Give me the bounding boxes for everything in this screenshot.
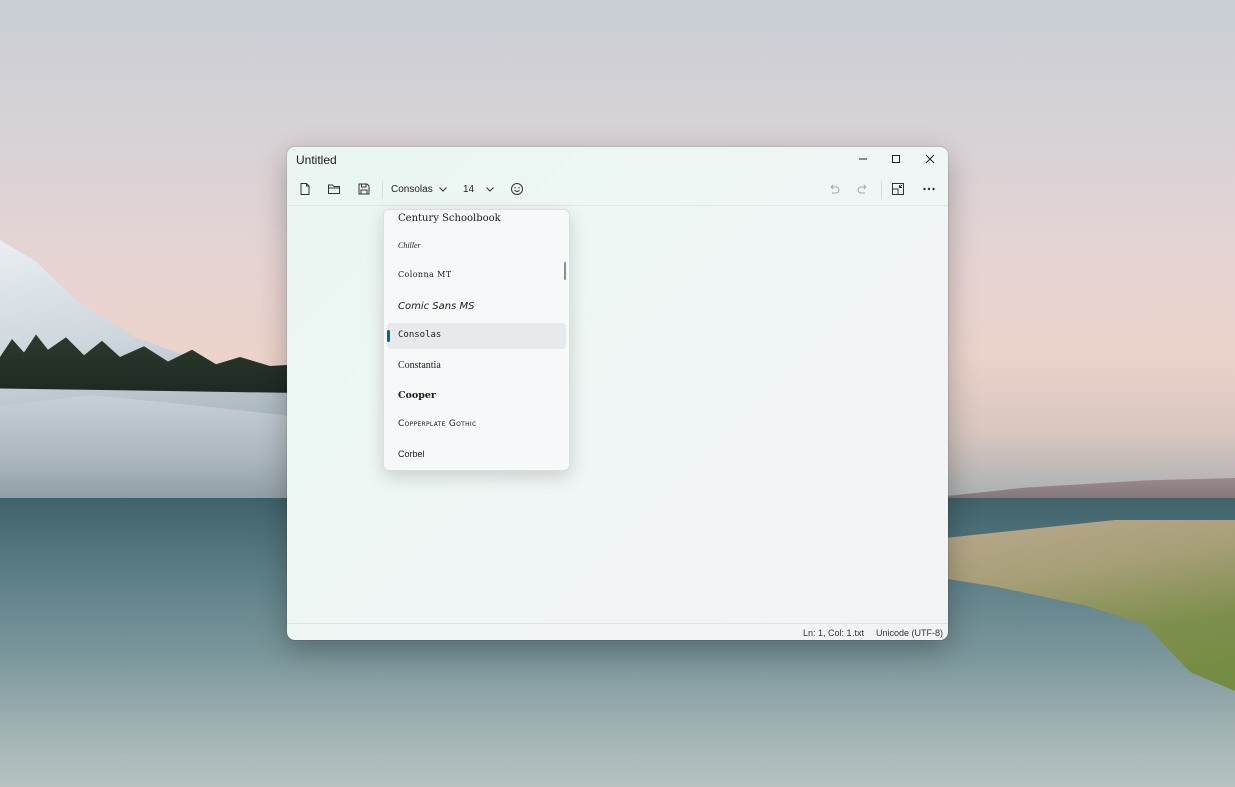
selection-indicator — [387, 330, 390, 342]
font-family-value: Consolas — [391, 184, 433, 195]
minimize-icon — [859, 158, 867, 160]
encoding: Unicode (UTF-8) — [876, 628, 944, 638]
more-button[interactable] — [915, 175, 943, 203]
font-option-century-schoolbook[interactable]: Century Schoolbook — [387, 210, 566, 236]
save-button[interactable] — [350, 175, 378, 203]
font-family-dropdown: Century Schoolbook Chiller Colonna MT Co… — [383, 209, 570, 471]
title-bar[interactable]: Untitled — [287, 147, 948, 173]
status-bar: Ln: 1, Col: 1 .txt Unicode (UTF-8) — [287, 623, 948, 640]
font-option-constantia[interactable]: Constantia — [387, 353, 566, 379]
chevron-down-icon — [439, 187, 447, 192]
font-option-cooper[interactable]: Cooper — [387, 383, 566, 409]
undo-icon — [830, 184, 840, 194]
maximize-icon — [892, 155, 900, 163]
font-option-consolas[interactable]: Consolas — [387, 323, 566, 349]
toolbar-divider — [881, 181, 882, 199]
font-option-chiller[interactable]: Chiller — [387, 234, 566, 260]
font-size-value: 14 — [463, 184, 475, 195]
undo-button[interactable] — [820, 175, 848, 203]
compact-overlay-icon — [892, 183, 904, 195]
compact-overlay-button[interactable] — [884, 175, 912, 203]
redo-button[interactable] — [849, 175, 877, 203]
toolbar-divider — [382, 181, 383, 199]
font-option-colonna-mt[interactable]: Colonna MT — [387, 263, 566, 289]
save-icon — [358, 183, 370, 195]
close-icon — [925, 154, 935, 164]
new-file-button[interactable] — [291, 175, 319, 203]
cursor-position: Ln: 1, Col: 1 — [803, 628, 852, 638]
window-title: Untitled — [296, 153, 337, 167]
open-folder-icon — [328, 184, 340, 194]
emoji-icon — [511, 183, 523, 195]
emoji-button[interactable] — [503, 175, 531, 203]
minimize-button[interactable] — [846, 147, 880, 171]
file-extension: .txt — [852, 628, 865, 638]
more-icon — [923, 187, 935, 191]
font-family-select[interactable]: Consolas — [385, 179, 453, 201]
font-option-copperplate-gothic[interactable]: Copperplate Gothic — [387, 412, 566, 438]
redo-icon — [857, 184, 867, 194]
maximize-button[interactable] — [879, 147, 913, 171]
font-option-corbel[interactable]: Corbel — [387, 442, 566, 468]
notepad-window: Untitled Consolas 14 Ln: 1, Col: 1 .txt … — [287, 147, 948, 640]
open-button[interactable] — [320, 175, 348, 203]
new-file-icon — [300, 183, 310, 195]
dropdown-scrollbar[interactable] — [564, 262, 566, 280]
font-option-comic-sans-ms[interactable]: Comic Sans MS — [387, 294, 566, 320]
toolbar: Consolas 14 — [287, 175, 948, 205]
font-size-select[interactable]: 14 — [457, 179, 497, 201]
close-button[interactable] — [913, 147, 947, 171]
chevron-down-icon — [486, 187, 494, 192]
